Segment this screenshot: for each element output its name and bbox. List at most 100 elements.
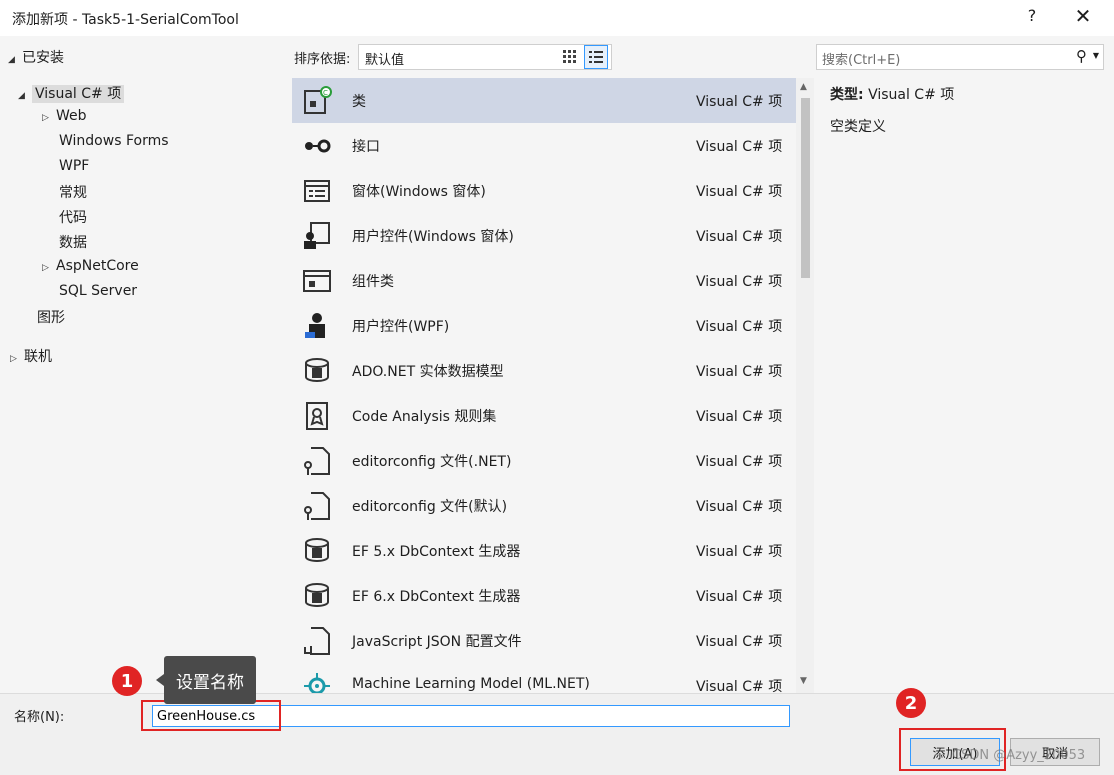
sort-label: 排序依据:: [294, 52, 351, 67]
annotation-highlight-name: [141, 700, 281, 731]
template-row[interactable]: Machine Learning Model (ML.NET) Visual C…: [292, 663, 796, 693]
detail-type-value: Visual C# 项: [868, 87, 955, 103]
tree-label: AspNetCore: [56, 258, 139, 274]
detail-description: 空类定义: [830, 119, 886, 135]
template-row[interactable]: EF 5.x DbContext 生成器 Visual C# 项: [292, 528, 796, 573]
template-name: EF 6.x DbContext 生成器: [352, 589, 521, 605]
tree-item-sqlserver[interactable]: SQL Server: [59, 283, 137, 299]
details-view-button[interactable]: [584, 45, 608, 69]
tree-label: Visual C# 项: [32, 85, 125, 103]
template-name: 用户控件(WPF): [352, 319, 450, 335]
tree-item-data[interactable]: 数据: [59, 232, 87, 252]
template-row[interactable]: 组件类 Visual C# 项: [292, 258, 796, 303]
template-type: Visual C# 项: [696, 319, 783, 335]
svg-text:C: C: [323, 89, 328, 97]
tree-item-normal[interactable]: 常规: [59, 182, 87, 202]
template-row[interactable]: 用户控件(Windows 窗体) Visual C# 项: [292, 213, 796, 258]
annotation-tooltip: 设置名称: [156, 656, 256, 704]
scroll-down-icon[interactable]: ▼: [800, 676, 807, 686]
template-row[interactable]: 接口 Visual C# 项: [292, 123, 796, 168]
watermark: CSDN @Azyy_20053: [952, 748, 1086, 763]
template-name: 组件类: [352, 274, 394, 290]
template-type: Visual C# 项: [696, 229, 783, 245]
small-icons-view-button[interactable]: [558, 45, 582, 69]
name-label: 名称(N):: [14, 710, 65, 725]
tree-item-code[interactable]: 代码: [59, 207, 87, 227]
help-button[interactable]: ?: [1022, 6, 1042, 25]
detail-pane: 类型: Visual C# 项 空类定义: [830, 84, 954, 136]
collapsed-arrow-icon: ▷: [10, 354, 17, 364]
tree-item-web[interactable]: ▷ Web: [42, 108, 87, 124]
template-list: C 类 Visual C# 项 接口 Visual C# 项 窗体(Window…: [292, 78, 814, 693]
template-type: Visual C# 项: [696, 139, 783, 155]
tree-label: 已安装: [22, 50, 64, 66]
template-type: Visual C# 项: [696, 679, 783, 693]
ruleset-icon: [300, 399, 334, 433]
tree-label: Web: [56, 108, 87, 124]
tree-item-windows-forms[interactable]: Windows Forms: [59, 133, 169, 149]
chevron-down-icon[interactable]: ▼: [1093, 51, 1099, 60]
list-view-icon: [589, 51, 603, 63]
window-title: 添加新项 - Task5-1-SerialComTool: [12, 12, 239, 28]
tree-label: 联机: [24, 349, 52, 365]
template-row[interactable]: ADO.NET 实体数据模型 Visual C# 项: [292, 348, 796, 393]
scroll-up-icon[interactable]: ▲: [800, 82, 807, 92]
tree-item-online[interactable]: ▷ 联机: [10, 346, 52, 366]
grid-view-icon: [563, 50, 576, 63]
template-row[interactable]: JavaScript JSON 配置文件 Visual C# 项: [292, 618, 796, 663]
dbcontext-icon: [300, 579, 334, 613]
editorconfig-icon: [300, 444, 334, 478]
template-type: Visual C# 项: [696, 589, 783, 605]
list-scrollbar[interactable]: ▲ ▼: [796, 78, 814, 693]
template-row[interactable]: 窗体(Windows 窗体) Visual C# 项: [292, 168, 796, 213]
tree-item-visual-csharp[interactable]: ◢ Visual C# 项: [18, 83, 125, 103]
template-name: 类: [352, 94, 366, 110]
template-row[interactable]: Code Analysis 规则集 Visual C# 项: [292, 393, 796, 438]
wpf-usercontrol-icon: [300, 309, 334, 343]
ml-model-icon: [300, 669, 334, 693]
editorconfig-icon: [300, 489, 334, 523]
dbcontext-icon: [300, 534, 334, 568]
close-button[interactable]: ✕: [1072, 4, 1094, 28]
template-row[interactable]: 用户控件(WPF) Visual C# 项: [292, 303, 796, 348]
tree-item-installed[interactable]: ◢ 已安装: [8, 47, 64, 67]
template-name: Machine Learning Model (ML.NET): [352, 676, 590, 692]
expanded-arrow-icon: ◢: [8, 55, 15, 65]
title-bar: 添加新项 - Task5-1-SerialComTool ? ✕: [0, 0, 1114, 36]
search-icon[interactable]: ⚲: [1076, 47, 1087, 65]
tree-item-wpf[interactable]: WPF: [59, 158, 89, 174]
template-name: 接口: [352, 139, 380, 155]
category-tree: ◢ 已安装 ◢ Visual C# 项 ▷ Web Windows Forms WPF…: [0, 36, 284, 692]
search-placeholder: 搜索(Ctrl+E): [822, 53, 901, 68]
template-row[interactable]: C 类 Visual C# 项: [292, 78, 796, 123]
usercontrol-icon: [300, 219, 334, 253]
tree-item-aspnetcore[interactable]: ▷ AspNetCore: [42, 258, 139, 274]
search-input[interactable]: 搜索(Ctrl+E) ⚲ ▼: [816, 44, 1104, 70]
scrollbar-thumb[interactable]: [801, 98, 810, 278]
class-icon: C: [300, 84, 334, 118]
template-name: EF 5.x DbContext 生成器: [352, 544, 521, 560]
template-type: Visual C# 项: [696, 409, 783, 425]
template-name: 用户控件(Windows 窗体): [352, 229, 514, 245]
template-type: Visual C# 项: [696, 94, 783, 110]
template-name: 窗体(Windows 窗体): [352, 184, 486, 200]
template-type: Visual C# 项: [696, 634, 783, 650]
collapsed-arrow-icon: ▷: [42, 263, 49, 273]
template-row[interactable]: EF 6.x DbContext 生成器 Visual C# 项: [292, 573, 796, 618]
tree-item-graphics[interactable]: 图形: [37, 307, 65, 327]
annotation-badge-2: 2: [896, 688, 926, 718]
template-row[interactable]: editorconfig 文件(默认) Visual C# 项: [292, 483, 796, 528]
collapsed-arrow-icon: ▷: [42, 113, 49, 123]
template-name: JavaScript JSON 配置文件: [352, 634, 522, 650]
template-type: Visual C# 项: [696, 544, 783, 560]
expanded-arrow-icon: ◢: [18, 91, 25, 101]
entity-model-icon: [300, 354, 334, 388]
template-name: editorconfig 文件(.NET): [352, 454, 512, 470]
detail-type-key: 类型:: [830, 87, 864, 103]
sort-value: 默认值: [365, 53, 405, 68]
template-name: Code Analysis 规则集: [352, 409, 497, 425]
template-row[interactable]: editorconfig 文件(.NET) Visual C# 项: [292, 438, 796, 483]
template-type: Visual C# 项: [696, 499, 783, 515]
annotation-badge-1: 1: [112, 666, 142, 696]
json-config-icon: [300, 624, 334, 658]
